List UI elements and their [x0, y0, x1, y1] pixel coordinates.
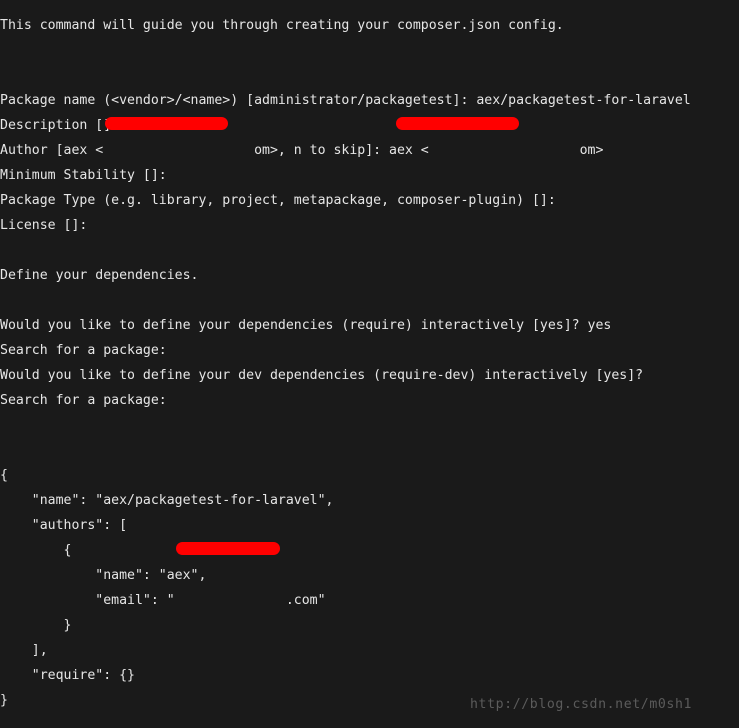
terminal-window[interactable]: This command will guide you through crea… — [0, 0, 739, 728]
terminal-line: Would you like to define your dev depend… — [0, 368, 644, 383]
terminal-line: ], — [0, 643, 48, 658]
terminal-line: "require": {} — [0, 668, 135, 683]
terminal-line: } — [0, 618, 72, 633]
terminal-line: { — [0, 468, 8, 483]
terminal-line: Define your dependencies. — [0, 268, 199, 283]
terminal-line: Package Type (e.g. library, project, met… — [0, 193, 556, 208]
watermark-text: http://blog.csdn.net/m0sh1 — [470, 697, 693, 712]
terminal-output: This command will guide you through crea… — [0, 13, 739, 728]
terminal-line: Would you like to define your dependenci… — [0, 318, 612, 333]
terminal-line: Search for a package: — [0, 343, 167, 358]
terminal-line: "email": " .com" — [0, 593, 326, 608]
terminal-line: This command will guide you through crea… — [0, 18, 564, 33]
terminal-line: License []: — [0, 218, 88, 233]
terminal-line: Search for a package: — [0, 393, 167, 408]
terminal-line: Author [aex < om>, n to skip]: aex < om> — [0, 143, 604, 158]
terminal-line: { — [0, 543, 72, 558]
terminal-line: Minimum Stability []: — [0, 168, 167, 183]
terminal-line: "name": "aex/packagetest-for-laravel", — [0, 493, 334, 508]
terminal-line: "authors": [ — [0, 518, 128, 533]
terminal-line: Package name (<vendor>/<name>) [administ… — [0, 93, 691, 108]
terminal-line: Description []: — [0, 118, 120, 133]
terminal-line: "name": "aex", — [0, 568, 207, 583]
